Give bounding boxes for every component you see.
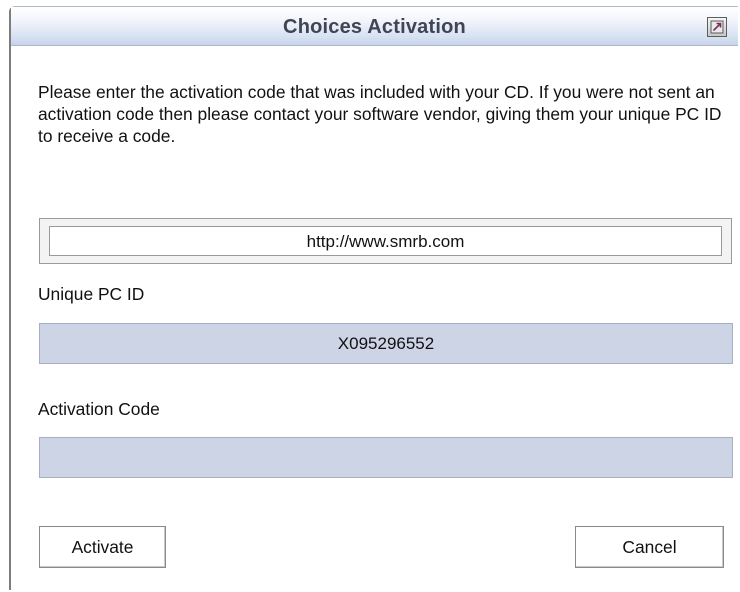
website-link-frame: http://www.smrb.com <box>39 218 732 264</box>
activation-code-input[interactable] <box>39 437 733 478</box>
close-icon[interactable] <box>707 17 727 37</box>
cancel-button[interactable]: Cancel <box>575 526 724 568</box>
pc-id-field[interactable]: X095296552 <box>39 323 733 364</box>
activation-dialog: Choices Activation Please enter the acti… <box>9 6 738 590</box>
title-bar[interactable]: Choices Activation <box>11 7 738 46</box>
window-title: Choices Activation <box>283 16 466 38</box>
instructions-text: Please enter the activation code that wa… <box>38 82 722 146</box>
activation-code-label: Activation Code <box>38 399 160 419</box>
website-link[interactable]: http://www.smrb.com <box>49 226 722 256</box>
pc-id-label: Unique PC ID <box>38 284 145 304</box>
activate-button[interactable]: Activate <box>39 526 166 568</box>
